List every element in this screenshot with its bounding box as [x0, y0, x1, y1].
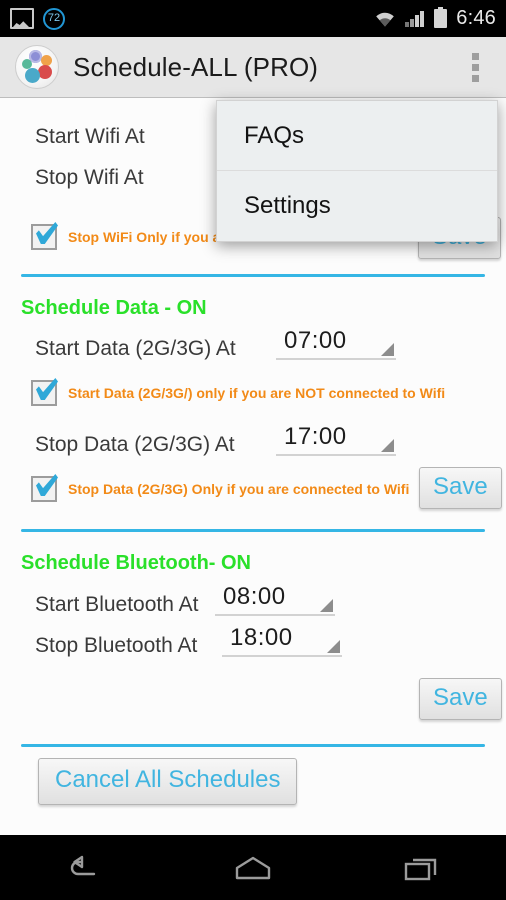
status-bar: 72 6:46 [0, 0, 506, 37]
action-bar: Schedule-ALL (PRO) [0, 37, 506, 98]
data-start-checkbox[interactable] [31, 380, 57, 406]
status-bar-right: 6:46 [374, 6, 496, 30]
wifi-start-row: Start Wifi At [35, 125, 145, 149]
data-stop-time-spinner[interactable]: 17:00 [276, 423, 396, 456]
data-start-note-label: Start Data (2G/3G/) only if you are NOT … [68, 385, 446, 401]
cancel-all-schedules-button[interactable]: Cancel All Schedules [38, 758, 298, 805]
navigation-bar [0, 835, 506, 900]
chevron-down-icon [327, 640, 340, 653]
wifi-stop-checkbox[interactable] [31, 224, 57, 250]
phone-screen: 72 6:46 Schedule-ALL (PRO) Start Wifi At… [0, 0, 506, 900]
data-section-title: Schedule Data - ON [21, 297, 207, 319]
divider-bottom [21, 744, 485, 747]
menu-item-faqs[interactable]: FAQs [217, 101, 497, 170]
bluetooth-start-time-spinner[interactable]: 08:00 [215, 583, 335, 616]
wifi-stop-label: Stop Wifi At [35, 166, 144, 189]
chevron-down-icon [381, 343, 394, 356]
menu-item-settings[interactable]: Settings [217, 171, 497, 240]
recent-apps-icon[interactable] [382, 844, 462, 892]
gears-app-icon [15, 45, 59, 89]
data-start-time-value: 07:00 [284, 327, 347, 354]
status-bar-clock: 6:46 [456, 7, 496, 29]
home-icon[interactable] [213, 844, 293, 892]
chevron-down-icon [320, 599, 333, 612]
gallery-icon [10, 8, 34, 29]
data-start-label: Start Data (2G/3G) At [35, 337, 236, 360]
data-start-note-row: Start Data (2G/3G/) only if you are NOT … [31, 380, 445, 406]
data-stop-note-row: Stop Data (2G/3G) Only if you are connec… [31, 476, 409, 502]
data-stop-note-label: Stop Data (2G/3G) Only if you are connec… [68, 481, 410, 497]
bluetooth-stop-label: Stop Bluetooth At [35, 634, 198, 657]
data-start-time-spinner[interactable]: 07:00 [276, 327, 396, 360]
bluetooth-start-label: Start Bluetooth At [35, 593, 199, 616]
overflow-menu-icon[interactable] [462, 47, 488, 87]
divider-wifi-data [21, 274, 485, 277]
overflow-popup-menu: FAQs Settings [216, 100, 498, 242]
status-bar-left: 72 [10, 7, 65, 30]
notification-count-badge: 72 [43, 7, 65, 30]
back-icon[interactable] [44, 844, 124, 892]
bluetooth-start-time-value: 08:00 [223, 583, 286, 610]
bluetooth-save-button[interactable]: Save [419, 678, 502, 720]
page-title: Schedule-ALL (PRO) [73, 51, 319, 82]
wifi-start-label: Start Wifi At [35, 125, 145, 148]
data-stop-time-value: 17:00 [284, 423, 347, 450]
bluetooth-section-title: Schedule Bluetooth- ON [21, 552, 251, 574]
bluetooth-stop-time-spinner[interactable]: 18:00 [222, 624, 342, 657]
chevron-down-icon [381, 439, 394, 452]
battery-icon [434, 6, 448, 28]
data-stop-label: Stop Data (2G/3G) At [35, 433, 235, 456]
data-stop-checkbox[interactable] [31, 476, 57, 502]
divider-data-bluetooth [21, 529, 485, 532]
signal-bars-icon [405, 10, 425, 27]
wifi-icon [374, 11, 396, 27]
wifi-stop-row: Stop Wifi At [35, 166, 144, 190]
bluetooth-stop-time-value: 18:00 [230, 624, 293, 651]
data-save-button[interactable]: Save [419, 467, 502, 509]
